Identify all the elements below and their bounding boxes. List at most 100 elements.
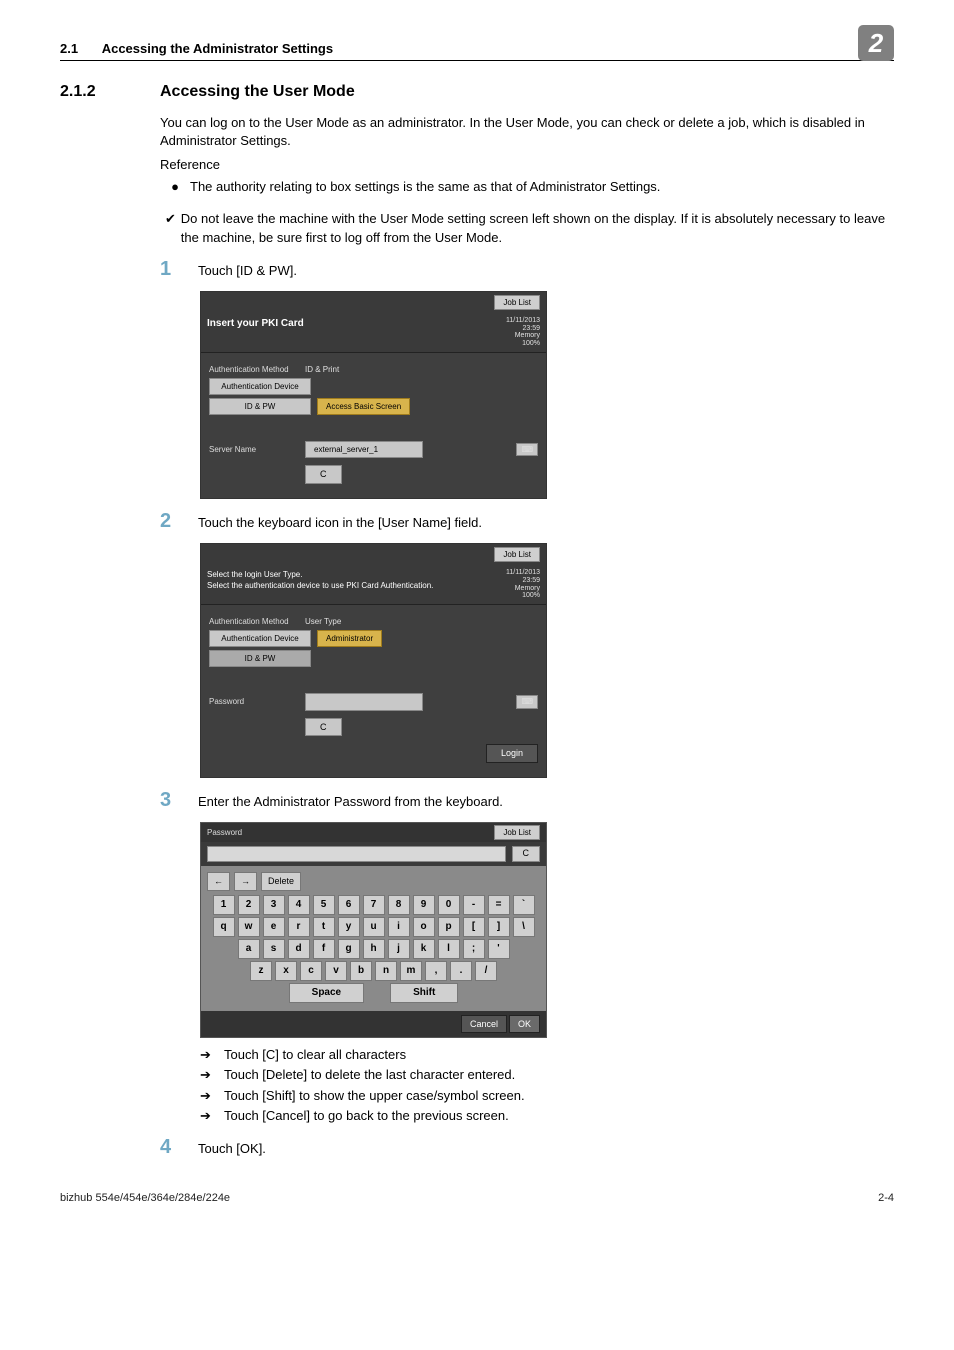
key-k[interactable]: k bbox=[413, 939, 435, 959]
key-u[interactable]: u bbox=[363, 917, 385, 937]
key-.[interactable]: . bbox=[450, 961, 472, 981]
key-[[interactable]: [ bbox=[463, 917, 485, 937]
login-button[interactable]: Login bbox=[486, 744, 538, 763]
arrow-icon: ➔ bbox=[200, 1046, 224, 1064]
ok-button[interactable]: OK bbox=[509, 1015, 540, 1034]
id-pw-button[interactable]: ID & PW bbox=[209, 650, 311, 667]
screen-title: Select the login User Type. Select the a… bbox=[207, 569, 433, 600]
cancel-button[interactable]: Cancel bbox=[461, 1015, 507, 1034]
key-5[interactable]: 5 bbox=[313, 895, 335, 915]
screenshot-user-type: Job List Select the login User Type. Sel… bbox=[200, 543, 547, 778]
step-number: 1 bbox=[160, 255, 198, 283]
keyboard-header: Password bbox=[207, 827, 242, 838]
step-4: 4 Touch [OK]. bbox=[160, 1133, 894, 1161]
step-number: 3 bbox=[160, 786, 198, 814]
arrow-icon: ➔ bbox=[200, 1107, 224, 1125]
key-3[interactable]: 3 bbox=[263, 895, 285, 915]
key-=[interactable]: = bbox=[488, 895, 510, 915]
key-][interactable]: ] bbox=[488, 917, 510, 937]
key-l[interactable]: l bbox=[438, 939, 460, 959]
access-basic-screen-button[interactable]: Access Basic Screen bbox=[317, 398, 410, 415]
key-1[interactable]: 1 bbox=[213, 895, 235, 915]
auth-method-label: Authentication Method bbox=[209, 616, 299, 627]
reference-bullet: ● The authority relating to box settings… bbox=[160, 178, 894, 196]
arrow-icon: ➔ bbox=[200, 1087, 224, 1105]
shift-key[interactable]: Shift bbox=[390, 983, 458, 1003]
key-7[interactable]: 7 bbox=[363, 895, 385, 915]
key-,[interactable]: , bbox=[425, 961, 447, 981]
cursor-left-button[interactable]: ← bbox=[207, 872, 230, 891]
key-n[interactable]: n bbox=[375, 961, 397, 981]
key-c[interactable]: c bbox=[300, 961, 322, 981]
job-list-button[interactable]: Job List bbox=[494, 295, 540, 310]
key-z[interactable]: z bbox=[250, 961, 272, 981]
clear-button[interactable]: C bbox=[305, 718, 342, 737]
space-key[interactable]: Space bbox=[289, 983, 364, 1003]
arrow-icon: ➔ bbox=[200, 1066, 224, 1084]
step-1-text: Touch [ID & PW]. bbox=[198, 262, 894, 280]
key-s[interactable]: s bbox=[263, 939, 285, 959]
key-x[interactable]: x bbox=[275, 961, 297, 981]
key-9[interactable]: 9 bbox=[413, 895, 435, 915]
checkmark-note: ✔ Do not leave the machine with the User… bbox=[160, 210, 894, 246]
key-r[interactable]: r bbox=[288, 917, 310, 937]
key-\[interactable]: \ bbox=[513, 917, 535, 937]
key--[interactable]: - bbox=[463, 895, 485, 915]
key-m[interactable]: m bbox=[400, 961, 422, 981]
key-a[interactable]: a bbox=[238, 939, 260, 959]
key-f[interactable]: f bbox=[313, 939, 335, 959]
keyboard-icon[interactable]: ⌨ bbox=[516, 695, 538, 708]
screenshot-keyboard: Password Job List C ← → Delete 123456789… bbox=[200, 822, 547, 1038]
job-list-button[interactable]: Job List bbox=[494, 825, 540, 840]
delete-button[interactable]: Delete bbox=[261, 872, 301, 891]
server-name-field[interactable]: external_server_1 bbox=[305, 441, 423, 458]
chapter-badge: 2 bbox=[858, 25, 894, 61]
server-name-label: Server Name bbox=[209, 444, 299, 455]
footer-page: 2-4 bbox=[878, 1191, 894, 1206]
clear-button[interactable]: C bbox=[305, 465, 342, 484]
auth-method-value: ID & Print bbox=[305, 364, 339, 375]
key-g[interactable]: g bbox=[338, 939, 360, 959]
key-o[interactable]: o bbox=[413, 917, 435, 937]
key-;[interactable]: ; bbox=[463, 939, 485, 959]
key-q[interactable]: q bbox=[213, 917, 235, 937]
key-j[interactable]: j bbox=[388, 939, 410, 959]
key-/[interactable]: / bbox=[475, 961, 497, 981]
key-y[interactable]: y bbox=[338, 917, 360, 937]
key-6[interactable]: 6 bbox=[338, 895, 360, 915]
key-p[interactable]: p bbox=[438, 917, 460, 937]
key-w[interactable]: w bbox=[238, 917, 260, 937]
screen-title: Insert your PKI Card bbox=[207, 317, 304, 348]
id-pw-button[interactable]: ID & PW bbox=[209, 398, 311, 415]
key-d[interactable]: d bbox=[288, 939, 310, 959]
keyboard-icon[interactable]: ⌨ bbox=[516, 443, 538, 456]
key-i[interactable]: i bbox=[388, 917, 410, 937]
key-e[interactable]: e bbox=[263, 917, 285, 937]
substep-1: ➔Touch [C] to clear all characters bbox=[200, 1046, 894, 1064]
key-h[interactable]: h bbox=[363, 939, 385, 959]
password-entry-field[interactable] bbox=[207, 846, 506, 862]
authentication-device-button[interactable]: Authentication Device bbox=[209, 630, 311, 647]
key-b[interactable]: b bbox=[350, 961, 372, 981]
section-title: Accessing the Administrator Settings bbox=[102, 41, 333, 56]
page-header: 2.1 Accessing the Administrator Settings… bbox=[60, 40, 894, 61]
job-list-button[interactable]: Job List bbox=[494, 547, 540, 562]
key-`[interactable]: ` bbox=[513, 895, 535, 915]
key-'[interactable]: ' bbox=[488, 939, 510, 959]
key-0[interactable]: 0 bbox=[438, 895, 460, 915]
subsection-heading: 2.1.2 Accessing the User Mode bbox=[60, 81, 894, 103]
password-field[interactable] bbox=[305, 693, 423, 710]
key-t[interactable]: t bbox=[313, 917, 335, 937]
step-3-text: Enter the Administrator Password from th… bbox=[198, 793, 894, 811]
authentication-device-button[interactable]: Authentication Device bbox=[209, 378, 311, 395]
key-8[interactable]: 8 bbox=[388, 895, 410, 915]
step-1: 1 Touch [ID & PW]. bbox=[160, 255, 894, 283]
cursor-right-button[interactable]: → bbox=[234, 872, 257, 891]
key-4[interactable]: 4 bbox=[288, 895, 310, 915]
key-v[interactable]: v bbox=[325, 961, 347, 981]
auth-method-label: Authentication Method bbox=[209, 364, 299, 375]
clear-button[interactable]: C bbox=[512, 846, 541, 862]
administrator-button[interactable]: Administrator bbox=[317, 630, 382, 647]
user-type-label: User Type bbox=[305, 616, 341, 627]
key-2[interactable]: 2 bbox=[238, 895, 260, 915]
